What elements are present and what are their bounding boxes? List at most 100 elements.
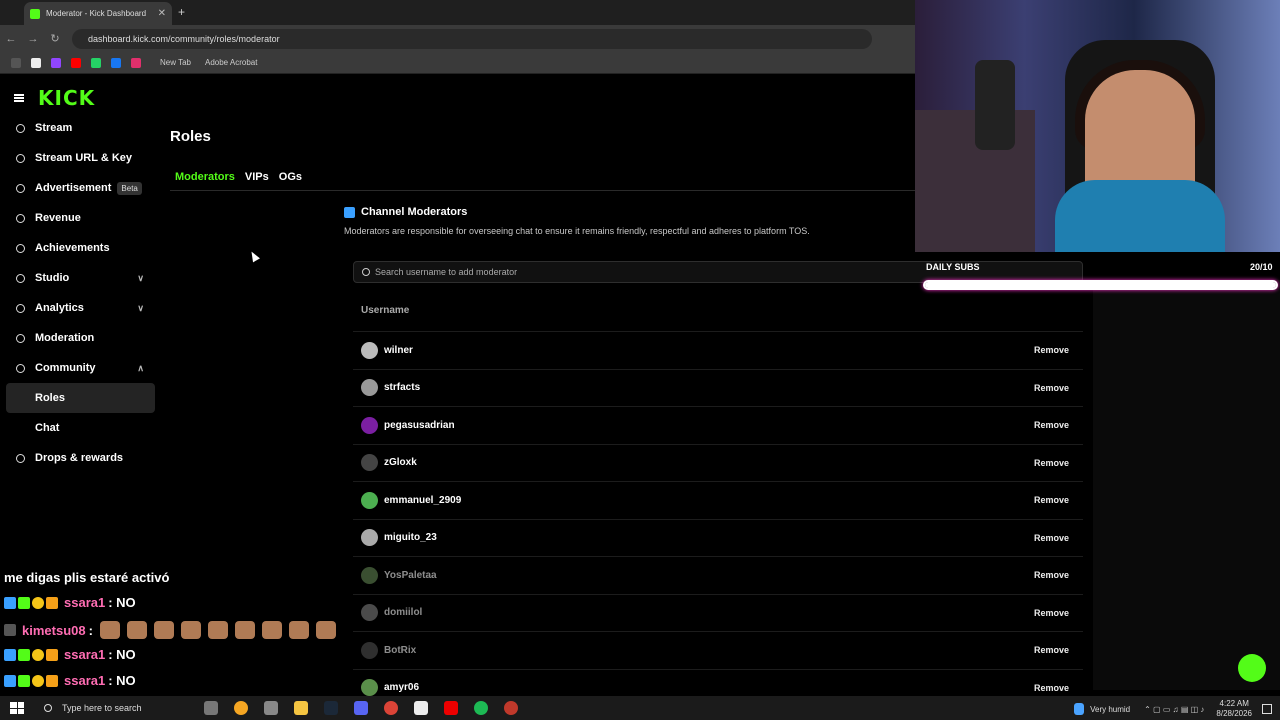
- emote-icon: [261, 621, 282, 639]
- new-tab-icon[interactable]: +: [178, 5, 185, 19]
- bookmark-adobe-acrobat[interactable]: Adobe Acrobat: [205, 58, 257, 67]
- remove-button[interactable]: Remove: [1034, 683, 1069, 693]
- obs-icon[interactable]: [504, 701, 518, 715]
- remove-button[interactable]: Remove: [1034, 495, 1069, 505]
- twitch-icon[interactable]: [51, 57, 61, 68]
- browser-tab-bar: Moderator - Kick Dashboard ✕ +: [0, 0, 915, 25]
- moderator-username: miguito_23: [384, 532, 437, 543]
- sidebar-item-roles[interactable]: Roles: [6, 383, 155, 413]
- spotify-icon[interactable]: [474, 701, 488, 715]
- sub-badge-icon: [18, 596, 30, 609]
- avatar: [361, 566, 378, 584]
- remove-button[interactable]: Remove: [1034, 608, 1069, 618]
- moderator-username: domiilol: [384, 607, 423, 618]
- moderator-username: YosPaletaa: [384, 569, 437, 581]
- avatar: [361, 641, 378, 659]
- section-description: Moderators are responsible for overseein…: [344, 226, 810, 236]
- coin-badge-icon: [32, 674, 44, 687]
- sidebar-item-revenue[interactable]: Revenue: [0, 203, 160, 233]
- tray-icons[interactable]: ⌃ ▢ ▭ ♫ ▤ ◫ ♪: [1144, 705, 1204, 714]
- notifications-icon[interactable]: [1262, 704, 1272, 714]
- webcam-overlay: [915, 0, 1280, 252]
- chevron-up-icon: ∧: [137, 362, 144, 373]
- crown-badge-icon: [46, 596, 58, 609]
- tab-title: Moderator - Kick Dashboard: [46, 9, 147, 18]
- moderator-username: emmanuel_2909: [384, 494, 462, 506]
- coin-badge-icon: [32, 596, 44, 609]
- avatar: [361, 679, 378, 696]
- remove-button[interactable]: Remove: [1034, 458, 1069, 468]
- tab-divider: [170, 190, 915, 191]
- sidebar-item-achievements[interactable]: Achievements: [0, 233, 160, 263]
- task-view-icon[interactable]: [264, 701, 278, 715]
- url-field[interactable]: dashboard.kick.com/community/roles/moder…: [72, 28, 872, 49]
- forward-icon[interactable]: →: [22, 33, 44, 45]
- chat-message: kimetsu08:: [4, 621, 336, 639]
- x-icon[interactable]: [31, 57, 41, 68]
- emote-icon: [153, 621, 174, 639]
- daily-subs-count: 20/10: [1250, 262, 1273, 272]
- youtube-icon[interactable]: [71, 57, 81, 68]
- cortana-icon[interactable]: [204, 701, 218, 715]
- whatsapp-icon[interactable]: [91, 57, 101, 68]
- column-header-username: Username: [361, 305, 410, 316]
- sub-badge-icon: [18, 674, 30, 687]
- remove-button[interactable]: Remove: [1034, 345, 1069, 355]
- moderator-row: domiilol Remove: [353, 593, 1083, 631]
- help-chat-button[interactable]: [1238, 654, 1266, 682]
- moderator-row: BotRix Remove: [353, 631, 1083, 668]
- kick-logo[interactable]: KICK: [38, 86, 95, 110]
- file-explorer-icon[interactable]: [294, 701, 308, 715]
- tab-moderators[interactable]: Moderators: [170, 168, 240, 186]
- menu-icon[interactable]: [14, 94, 24, 102]
- tab-ogs[interactable]: OGs: [274, 168, 307, 186]
- clock[interactable]: 4:22 AM 8/28/2026: [1216, 699, 1252, 719]
- weather-text: Very humid: [1090, 704, 1131, 714]
- sub-badge-icon: [4, 624, 16, 636]
- trophy-icon: [16, 243, 25, 253]
- facebook-icon[interactable]: [111, 57, 121, 68]
- remove-button[interactable]: Remove: [1034, 570, 1069, 580]
- sidebar-item-drops-rewards[interactable]: Drops & rewards: [0, 443, 160, 473]
- reload-icon[interactable]: ↻: [44, 32, 66, 45]
- avatar: [361, 454, 378, 471]
- sidebar-item-advertisement[interactable]: Advertisement Beta: [0, 173, 160, 203]
- app-red-icon[interactable]: [444, 701, 458, 715]
- taskbar-search-input[interactable]: Type here to search: [36, 696, 166, 720]
- sidebar-item-stream[interactable]: Stream: [0, 113, 160, 143]
- bookmark-new-tab[interactable]: New Tab: [160, 58, 191, 67]
- sidebar-item-stream-url-key[interactable]: Stream URL & Key: [0, 143, 160, 173]
- browser-tab[interactable]: Moderator - Kick Dashboard ✕: [24, 2, 172, 25]
- chrome-icon[interactable]: [384, 701, 398, 715]
- streamer-shirt: [1055, 180, 1225, 252]
- tab-vips[interactable]: VIPs: [240, 168, 274, 186]
- sidebar-item-community[interactable]: Community ∧: [0, 353, 160, 383]
- system-tray: Very humid ⌃ ▢ ▭ ♫ ▤ ◫ ♪ 4:22 AM 8/28/20…: [1074, 699, 1272, 719]
- close-tab-icon[interactable]: ✕: [158, 8, 166, 19]
- moderator-username: strfacts: [384, 382, 421, 393]
- moderator-row: YosPaletaa Remove: [353, 556, 1083, 593]
- avatar: [361, 416, 378, 434]
- emote-icon: [207, 621, 228, 639]
- app-icon[interactable]: [234, 701, 248, 715]
- sidebar-item-studio[interactable]: Studio ∨: [0, 263, 160, 293]
- back-icon[interactable]: ←: [0, 33, 22, 45]
- sidebar-item-moderation[interactable]: Moderation: [0, 323, 160, 353]
- instagram-icon[interactable]: [131, 57, 141, 68]
- sidebar-item-analytics[interactable]: Analytics ∨: [0, 293, 160, 323]
- windows-start-icon[interactable]: [10, 702, 24, 714]
- remove-button[interactable]: Remove: [1034, 383, 1069, 393]
- remove-button[interactable]: Remove: [1034, 645, 1069, 655]
- apps-icon[interactable]: [11, 57, 21, 68]
- search-icon: [362, 268, 370, 276]
- remove-button[interactable]: Remove: [1034, 533, 1069, 543]
- steam-icon[interactable]: [324, 701, 338, 715]
- analytics-icon: [16, 303, 25, 313]
- bookmarks-bar: New Tab Adobe Acrobat: [0, 52, 915, 74]
- link-icon: [16, 153, 25, 163]
- notes-icon[interactable]: [414, 701, 428, 715]
- shield-icon: [344, 206, 355, 218]
- remove-button[interactable]: Remove: [1034, 420, 1069, 430]
- discord-icon[interactable]: [354, 701, 368, 715]
- sidebar-item-chat[interactable]: Chat: [0, 413, 160, 443]
